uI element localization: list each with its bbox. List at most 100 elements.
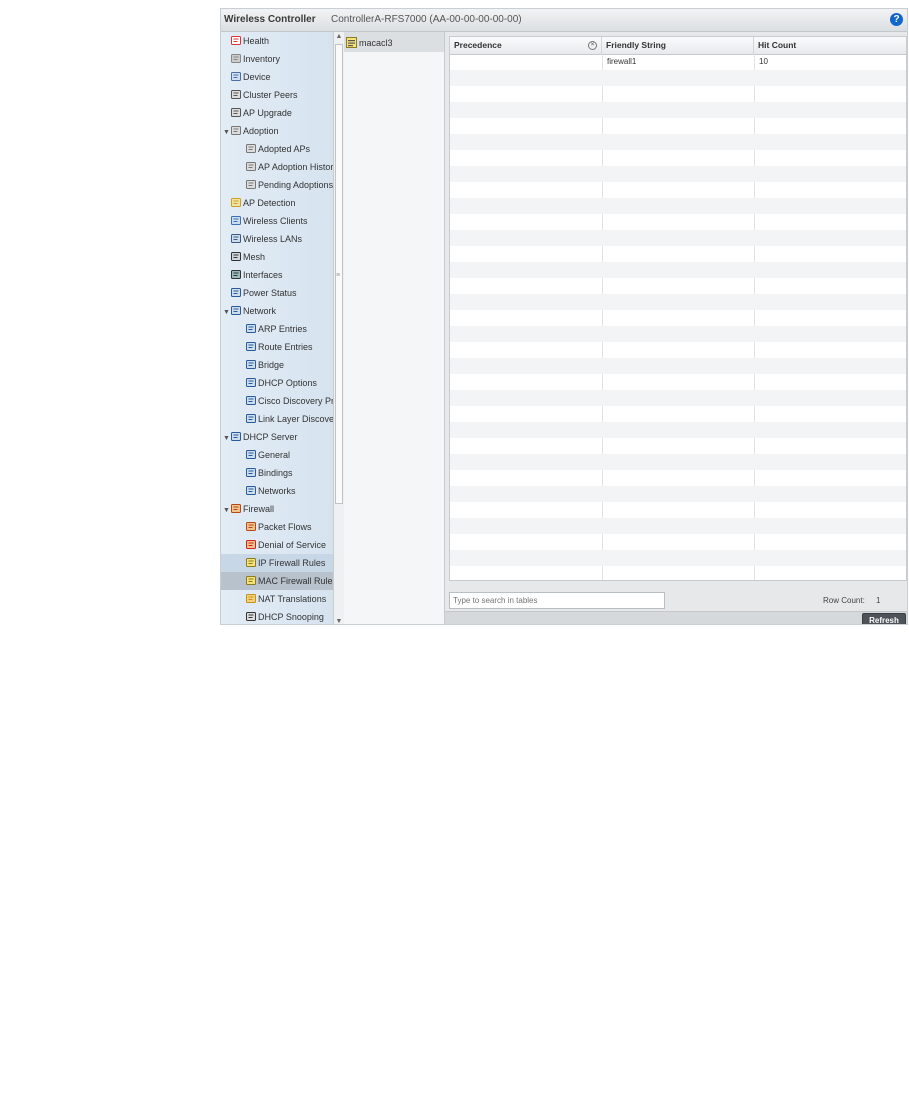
device-list-item-label: macacl3 <box>359 38 393 48</box>
refresh-button[interactable]: Refresh <box>862 613 906 624</box>
table-cell <box>450 54 455 70</box>
bottom-toolbar: Refresh <box>445 611 907 624</box>
tree-item-firewall[interactable]: ▼ Firewall <box>221 500 333 518</box>
table-row-empty <box>450 102 906 118</box>
table-row-empty <box>450 278 906 294</box>
route-entries-icon <box>246 342 256 351</box>
sort-toggle-icon[interactable]: × <box>588 41 597 50</box>
table-row-empty <box>450 246 906 262</box>
scroll-down-arrow-icon[interactable]: ▼ <box>335 618 343 624</box>
table-row-empty <box>450 134 906 150</box>
tree-item-ap-detection[interactable]: AP Detection <box>221 194 333 212</box>
tree-scrollbar[interactable]: ▲ ≡ ▼ <box>333 32 344 624</box>
table-row-empty <box>450 550 906 566</box>
tree-item-dhcp-snooping[interactable]: DHCP Snooping <box>221 608 333 624</box>
dhcp-snooping-icon <box>246 612 256 621</box>
firewall-icon <box>231 504 241 513</box>
table-row-empty <box>450 310 906 326</box>
packet-flows-icon <box>246 522 256 531</box>
tree-item-general[interactable]: General <box>221 446 333 464</box>
tree-item-label: Power Status <box>243 288 297 298</box>
tree-item-label: Denial of Service <box>258 540 327 550</box>
tree-item-network[interactable]: ▼ Network <box>221 302 333 320</box>
ap-upgrade-icon <box>231 108 241 117</box>
table-row-empty <box>450 390 906 406</box>
table-row-empty <box>450 502 906 518</box>
tree-item-ip-firewall-rules[interactable]: IP Firewall Rules <box>221 554 333 572</box>
tree-item-networks[interactable]: Networks <box>221 482 333 500</box>
tree-item-label: Networks <box>258 486 296 496</box>
table-search-input[interactable] <box>449 592 665 609</box>
tree-item-label: Wireless Clients <box>243 216 308 226</box>
tree-item-wireless-clients[interactable]: Wireless Clients <box>221 212 333 230</box>
tree-item-inventory[interactable]: Inventory <box>221 50 333 68</box>
tree-item-label: ARP Entries <box>258 324 307 334</box>
tree-item-dhcp-options[interactable]: DHCP Options <box>221 374 333 392</box>
tree-item-label: NAT Translations <box>258 594 327 604</box>
tree-item-device[interactable]: Device <box>221 68 333 86</box>
device-list-item[interactable]: macacl3 <box>346 36 393 50</box>
column-header-hit-count[interactable]: Hit Count <box>754 37 906 54</box>
tree-item-wireless-lans[interactable]: Wireless LANs <box>221 230 333 248</box>
tree-item-mac-firewall-rules[interactable]: MAC Firewall Rules <box>221 572 333 590</box>
tree-item-adoption[interactable]: ▼ Adoption <box>221 122 333 140</box>
cisco-discovery-icon <box>246 396 256 405</box>
tree-item-link-layer-discovery[interactable]: Link Layer Discovery <box>221 410 333 428</box>
device-title: ControllerA-RFS7000 (AA-00-00-00-00-00) <box>331 14 522 25</box>
bridge-icon <box>246 360 256 369</box>
tree-item-health[interactable]: Health <box>221 32 333 50</box>
wireless-controller-window: Wireless Controller ControllerA-RFS7000 … <box>220 8 908 625</box>
tree-item-label: Inventory <box>243 54 281 64</box>
wireless-clients-icon <box>231 216 241 225</box>
device-list: macacl3 <box>344 32 445 624</box>
table-row-empty <box>450 262 906 278</box>
tree-item-bindings[interactable]: Bindings <box>221 464 333 482</box>
tree-item-dhcp-server[interactable]: ▼ DHCP Server <box>221 428 333 446</box>
tree-item-bridge[interactable]: Bridge <box>221 356 333 374</box>
tree-item-label: Route Entries <box>258 342 313 352</box>
tree-item-label: Wireless LANs <box>243 234 303 244</box>
nat-translations-icon <box>246 594 256 603</box>
networks-icon <box>246 486 256 495</box>
tree-item-label: DHCP Snooping <box>258 612 324 622</box>
power-status-icon <box>231 288 241 297</box>
tree-item-arp-entries[interactable]: ARP Entries <box>221 320 333 338</box>
mac-firewall-rules-icon <box>246 576 256 585</box>
table-row-empty <box>450 454 906 470</box>
tree-item-ap-adoption-history[interactable]: AP Adoption History <box>221 158 333 176</box>
dhcp-server-icon <box>231 432 241 441</box>
table-row-empty <box>450 198 906 214</box>
tree-item-nat-translations[interactable]: NAT Translations <box>221 590 333 608</box>
tree-item-interfaces[interactable]: Interfaces <box>221 266 333 284</box>
tree-item-denial-of-service[interactable]: Denial of Service <box>221 536 333 554</box>
help-icon[interactable]: ? <box>890 13 903 26</box>
table-body: firewall1 10 <box>450 54 906 580</box>
tree-item-label: General <box>258 450 291 460</box>
tree-item-power-status[interactable]: Power Status <box>221 284 333 302</box>
tree-item-adopted-aps[interactable]: Adopted APs <box>221 140 333 158</box>
column-header-friendly-string[interactable]: Friendly String <box>602 37 754 54</box>
table-row-empty <box>450 518 906 534</box>
tree-item-mesh[interactable]: Mesh <box>221 248 333 266</box>
tree-item-packet-flows[interactable]: Packet Flows <box>221 518 333 536</box>
table-row[interactable]: firewall1 10 <box>450 54 906 70</box>
tree-item-cisco-discovery-prot[interactable]: Cisco Discovery Prot <box>221 392 333 410</box>
wireless-lans-icon <box>231 234 241 243</box>
tree-item-route-entries[interactable]: Route Entries <box>221 338 333 356</box>
tree-item-pending-adoptions[interactable]: Pending Adoptions <box>221 176 333 194</box>
column-header-precedence[interactable]: Precedence × <box>450 37 602 54</box>
main-panel: Precedence × Friendly String Hit Count f… <box>445 32 907 624</box>
table-row-empty <box>450 422 906 438</box>
tree-item-label: Cluster Peers <box>243 90 298 100</box>
table-row-empty <box>450 342 906 358</box>
tree-item-label: DHCP Server <box>243 432 298 442</box>
denial-of-service-icon <box>246 540 256 549</box>
tree-item-label: Firewall <box>243 504 275 514</box>
table-cell: firewall1 <box>607 57 637 66</box>
arp-entries-icon <box>246 324 256 333</box>
table-row-empty <box>450 118 906 134</box>
tree-item-ap-upgrade[interactable]: AP Upgrade <box>221 104 333 122</box>
scroll-up-arrow-icon[interactable]: ▲ <box>335 33 343 40</box>
tree-item-label: Cisco Discovery Prot <box>258 396 333 406</box>
tree-item-cluster-peers[interactable]: Cluster Peers <box>221 86 333 104</box>
